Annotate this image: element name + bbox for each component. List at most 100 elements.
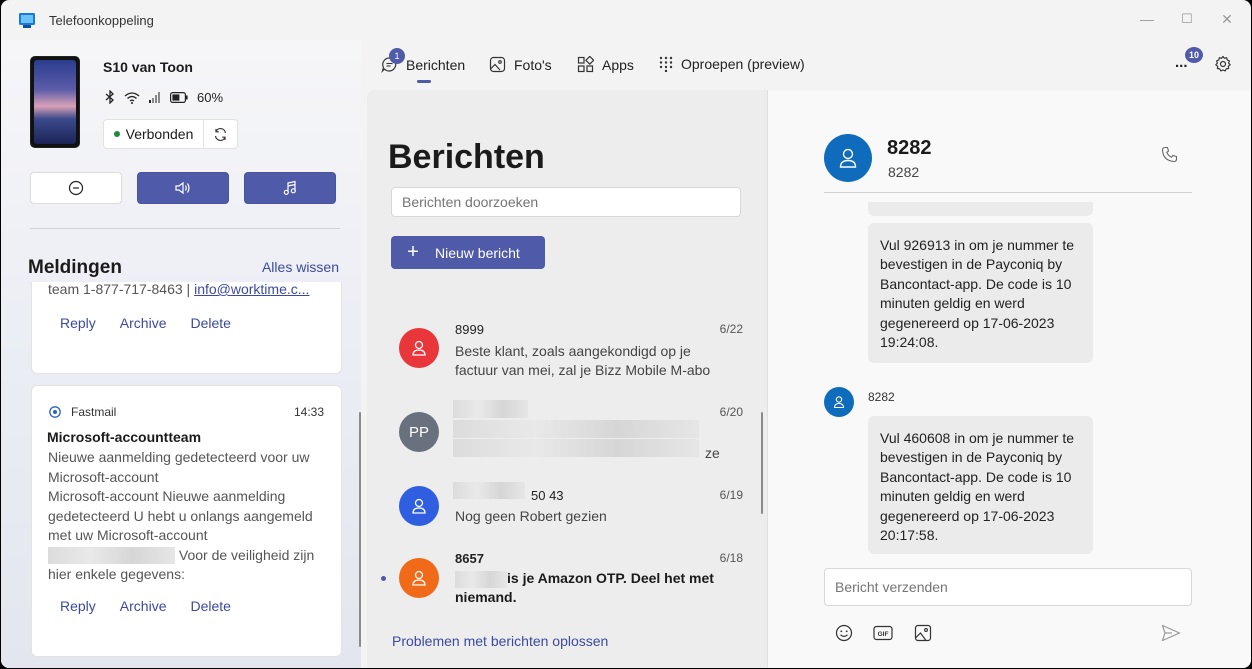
delete-button[interactable]: Delete bbox=[190, 598, 230, 614]
troubleshoot-link[interactable]: Problemen met berichten oplossen bbox=[392, 633, 608, 649]
avatar: PP bbox=[399, 412, 439, 452]
notification-text: team 1-877-717-8463 | bbox=[48, 282, 195, 297]
settings-button[interactable] bbox=[1214, 55, 1232, 73]
conversation-panel: 8282 8282 Vul 926913 in om je nummer te … bbox=[768, 90, 1251, 668]
connection-status: Verbonden bbox=[103, 119, 238, 149]
avatar bbox=[399, 328, 439, 368]
call-button[interactable] bbox=[1161, 146, 1178, 163]
emoji-button[interactable] bbox=[833, 622, 855, 644]
email-link[interactable]: info@worktime.c... bbox=[194, 282, 309, 297]
maximize-button[interactable]: ☐ bbox=[1177, 10, 1197, 28]
new-message-label: Nieuw bericht bbox=[435, 244, 520, 261]
conversation-item[interactable]: PP 6/20 ze bbox=[367, 396, 767, 466]
divider bbox=[30, 228, 340, 229]
more-button[interactable]: ... 10 bbox=[1175, 47, 1203, 74]
notification-body: Nieuwe aanmelding gedetecteerd voor uw M… bbox=[48, 448, 333, 585]
header-divider bbox=[824, 192, 1192, 193]
person-icon bbox=[411, 569, 427, 587]
conversation-name: 8999 bbox=[455, 322, 484, 337]
refresh-icon bbox=[213, 127, 228, 142]
redacted-text bbox=[48, 547, 175, 565]
sender-avatar bbox=[824, 387, 854, 417]
do-not-disturb-button[interactable] bbox=[30, 172, 122, 204]
notification-actions: Reply Archive Delete bbox=[60, 315, 255, 331]
message-compose-input[interactable] bbox=[824, 568, 1192, 606]
notifications-scrollbar[interactable] bbox=[359, 412, 361, 647]
new-message-button[interactable]: + Nieuw bericht bbox=[391, 236, 545, 269]
audio-button[interactable] bbox=[137, 172, 229, 204]
conversation-date: 6/22 bbox=[719, 322, 743, 336]
device-name: S10 van Toon bbox=[103, 59, 193, 75]
app-window: Telefoonkoppeling — ☐ ✕ S10 van Toon 60% bbox=[1, 0, 1251, 668]
conversation-name: 50 43 bbox=[531, 488, 564, 503]
conversation-preview-text: niemand. bbox=[455, 589, 517, 605]
reply-button[interactable]: Reply bbox=[60, 315, 96, 331]
bluetooth-icon bbox=[105, 90, 115, 104]
delete-button[interactable]: Delete bbox=[190, 315, 230, 331]
tab-calls[interactable]: Oproepen (preview) bbox=[659, 56, 805, 72]
notification-heading: Microsoft-accountteam bbox=[47, 429, 202, 445]
conversation-name: 8657 bbox=[455, 551, 484, 566]
avatar-initials: PP bbox=[408, 423, 429, 441]
conversation-preview: Beste klant, zoals aangekondigd op je fa… bbox=[455, 343, 711, 378]
conversation-item[interactable]: 50 43 6/19 Nog geen Robert gezien bbox=[367, 482, 767, 552]
notification-body: team 1-877-717-8463 | info@worktime.c... bbox=[48, 282, 333, 300]
apps-icon bbox=[577, 56, 594, 73]
redacted-name bbox=[453, 482, 525, 499]
message-bubble: Vul 926913 in om je nummer te bevestigen… bbox=[868, 223, 1093, 363]
send-button[interactable] bbox=[1160, 622, 1182, 644]
close-button[interactable]: ✕ bbox=[1217, 10, 1237, 28]
plus-icon: + bbox=[407, 241, 419, 263]
music-button[interactable] bbox=[244, 172, 336, 204]
contact-number: 8282 bbox=[888, 164, 920, 180]
fastmail-icon bbox=[49, 406, 61, 418]
messages-badge: 1 bbox=[389, 48, 405, 64]
notification-card[interactable]: team 1-877-717-8463 | info@worktime.c...… bbox=[31, 282, 342, 374]
search-input[interactable] bbox=[391, 187, 741, 217]
message-bubble: Vul 460608 in om je nummer te bevestigen… bbox=[868, 416, 1093, 554]
message-bubble-clipped bbox=[868, 202, 1093, 216]
notification-card[interactable]: Fastmail 14:33 Microsoft-accountteam Nie… bbox=[31, 385, 342, 657]
window-title: Telefoonkoppeling bbox=[49, 13, 154, 28]
messages-scrollbar[interactable] bbox=[761, 412, 763, 514]
conversation-item[interactable]: 8657 6/18 is je Amazon OTP. Deel het met… bbox=[367, 550, 767, 620]
do-not-disturb-icon bbox=[68, 180, 84, 196]
notification-line: Microsoft-account bbox=[48, 468, 159, 485]
emoji-icon bbox=[835, 624, 853, 642]
refresh-button[interactable] bbox=[204, 120, 237, 148]
person-icon bbox=[411, 339, 427, 357]
minimize-button[interactable]: — bbox=[1137, 10, 1157, 28]
image-button[interactable] bbox=[912, 622, 934, 644]
connected-dot bbox=[113, 131, 120, 137]
conversation-preview-text: is je Amazon OTP. Deel het met bbox=[507, 570, 714, 586]
redacted-text bbox=[453, 439, 699, 457]
active-tab-indicator bbox=[417, 80, 431, 83]
person-icon bbox=[833, 395, 845, 409]
conversation-item[interactable]: 8999 6/22 Beste klant, zoals aangekondig… bbox=[367, 312, 767, 382]
music-note-icon bbox=[282, 180, 298, 196]
notification-line: hier enkele gegevens: bbox=[48, 566, 185, 582]
archive-button[interactable]: Archive bbox=[120, 315, 167, 331]
tab-apps[interactable]: Apps bbox=[577, 56, 634, 73]
signal-icon bbox=[149, 91, 161, 103]
notification-app-name: Fastmail bbox=[71, 405, 117, 419]
redacted-text bbox=[453, 420, 699, 438]
conversation-date: 6/19 bbox=[719, 488, 743, 502]
dialpad-icon bbox=[659, 56, 673, 72]
svg-text:GIF: GIF bbox=[878, 631, 889, 638]
clear-all-link[interactable]: Alles wissen bbox=[262, 259, 339, 275]
notifications-list[interactable]: team 1-877-717-8463 | info@worktime.c...… bbox=[1, 282, 361, 668]
tab-photos[interactable]: Foto's bbox=[489, 56, 552, 73]
notification-line: met uw Microsoft-account bbox=[48, 527, 208, 543]
gif-button[interactable]: GIF bbox=[872, 622, 894, 644]
notification-text: Voor de veiligheid zijn bbox=[175, 546, 315, 563]
reply-button[interactable]: Reply bbox=[60, 598, 96, 614]
battery-icon bbox=[170, 91, 188, 103]
conversation-preview: Nog geen Robert gezien bbox=[455, 508, 607, 524]
tab-messages[interactable]: Berichten 1 bbox=[381, 48, 465, 73]
messages-panel: Berichten + Nieuw bericht 8999 6/22 Best… bbox=[367, 90, 768, 668]
tab-bar: Berichten 1 Foto's Apps Oproepen (previe… bbox=[367, 40, 1251, 90]
notifications-title: Meldingen bbox=[28, 257, 122, 278]
archive-button[interactable]: Archive bbox=[120, 598, 167, 614]
notification-line: gedetecteerd U hebt u onlangs aangemeld bbox=[48, 507, 313, 524]
